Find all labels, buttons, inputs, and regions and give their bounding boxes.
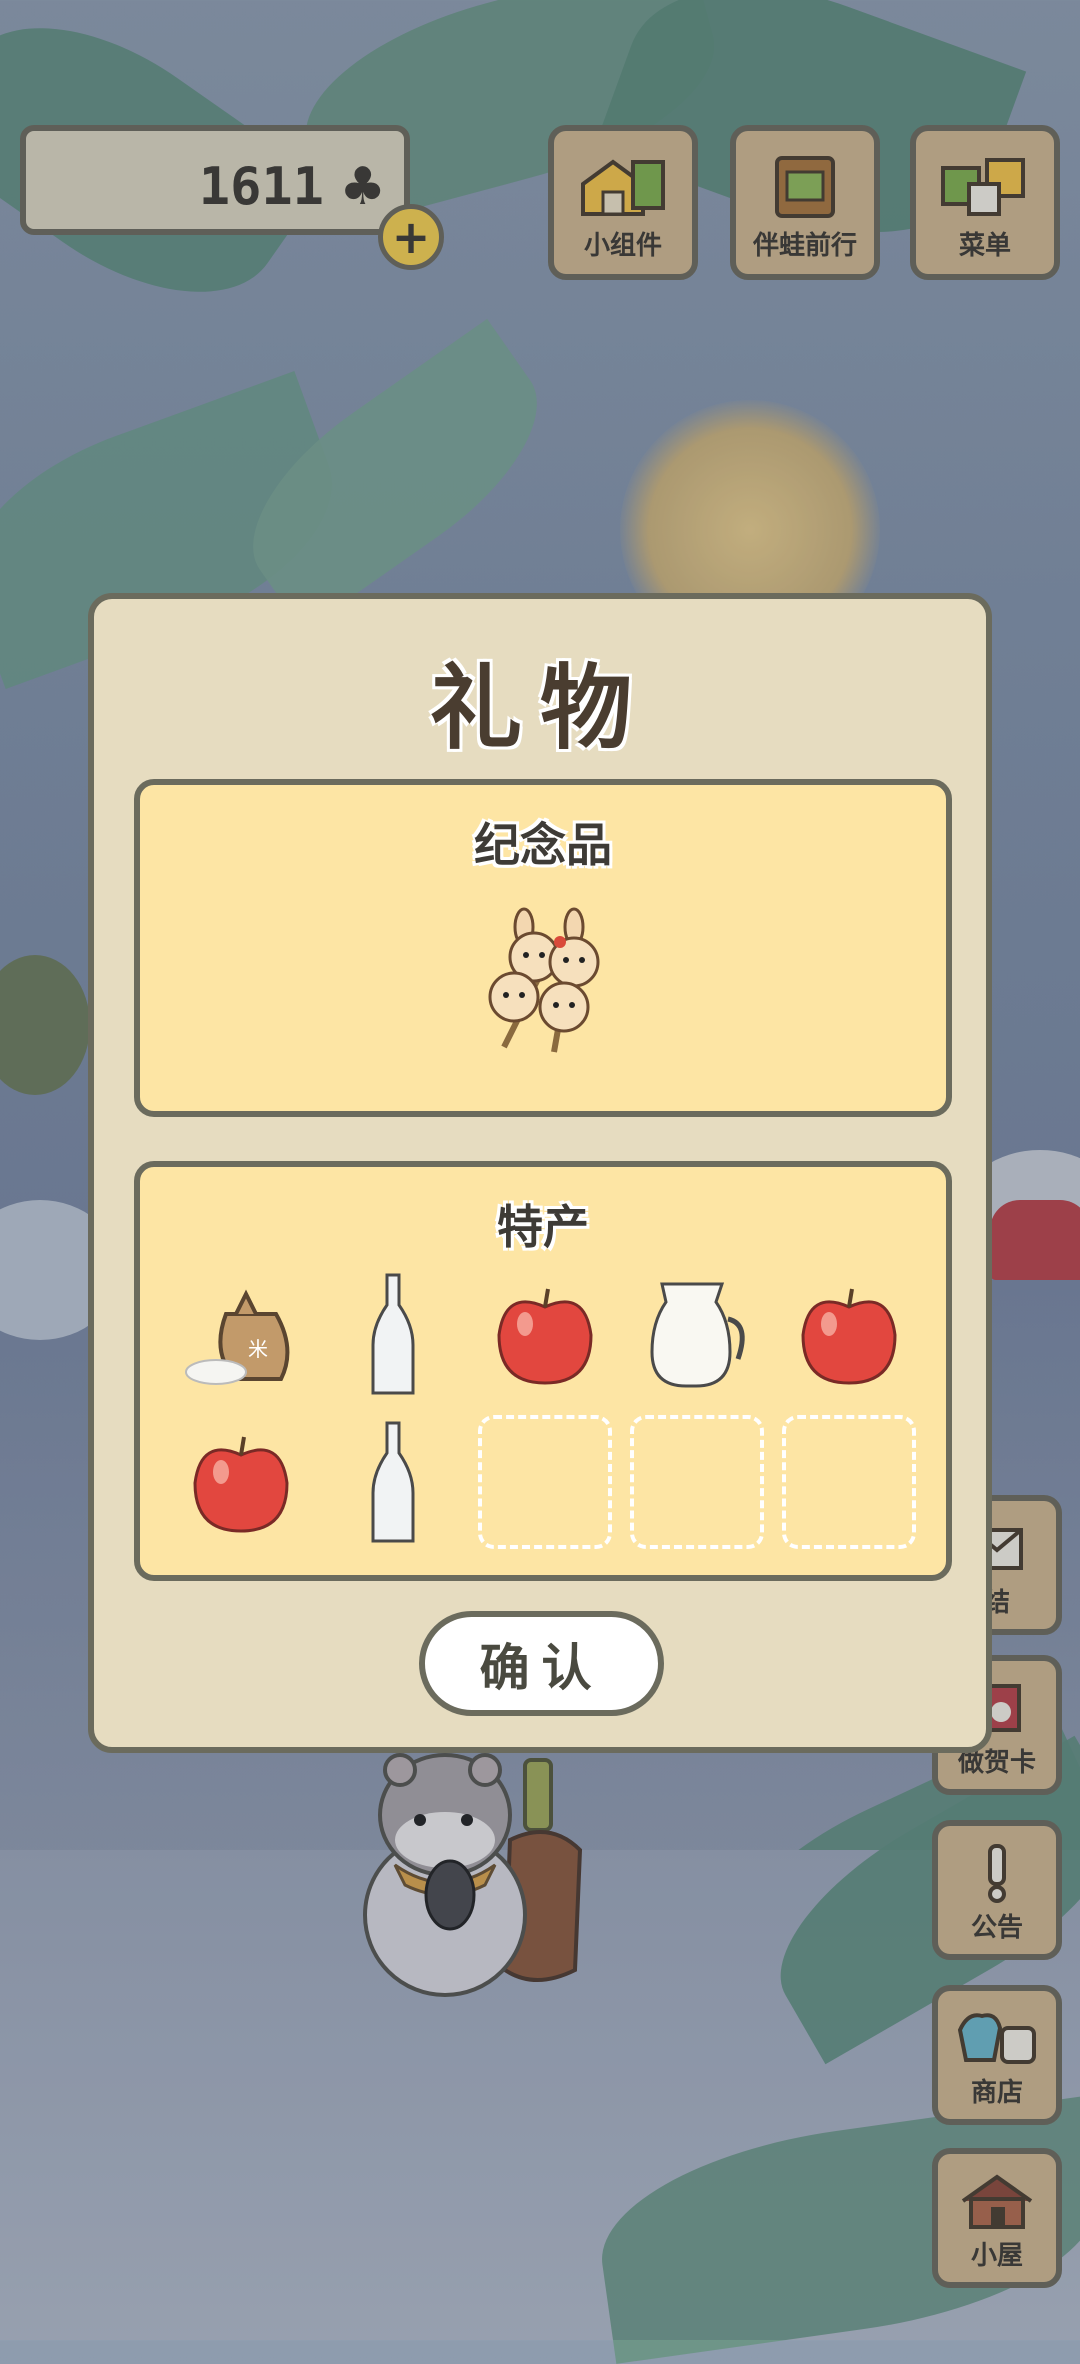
bunny-skewer-icon[interactable] (474, 907, 624, 1057)
apple-icon (801, 1288, 897, 1385)
specialty-slot-apple[interactable] (478, 1267, 612, 1401)
specialty-slot-empty[interactable] (630, 1415, 764, 1549)
confirm-button[interactable]: 确认 (419, 1611, 664, 1716)
specialty-slot-rice[interactable]: 米 (174, 1267, 308, 1401)
rice-sack-icon: 米 (185, 1289, 290, 1385)
rice-label: 米 (248, 1337, 268, 1361)
milk-jug-icon (650, 1282, 745, 1388)
specialty-slot-bottle[interactable] (326, 1415, 460, 1549)
gift-dialog: 礼物 纪念品 特产 米 确认 (88, 593, 992, 1753)
specialty-slot-apple[interactable] (174, 1415, 308, 1549)
specialty-slot-empty[interactable] (782, 1415, 916, 1549)
specialty-slot-apple[interactable] (782, 1267, 916, 1401)
specialty-slot-milk[interactable] (630, 1267, 764, 1401)
apple-icon (497, 1288, 593, 1385)
dialog-title: 礼物 (429, 655, 650, 762)
specialty-slot-bottle[interactable] (326, 1267, 460, 1401)
specialty-title: 特产 (497, 1200, 589, 1254)
specialty-slot-empty[interactable] (478, 1415, 612, 1549)
specialty-panel: 特产 米 (134, 1161, 952, 1581)
glass-bottle-icon (371, 1421, 415, 1543)
glass-bottle-icon (371, 1273, 415, 1395)
apple-icon (193, 1436, 289, 1533)
souvenir-panel: 纪念品 (134, 779, 952, 1117)
souvenir-title: 纪念品 (474, 818, 612, 872)
